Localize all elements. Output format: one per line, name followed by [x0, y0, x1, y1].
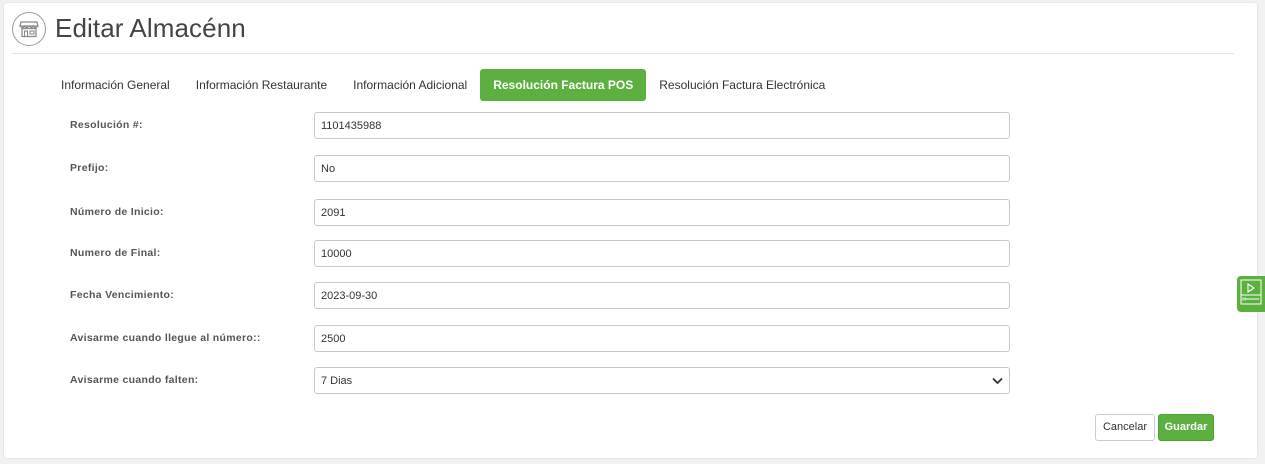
chevron-down-icon — [991, 375, 1003, 387]
numero-final-input[interactable] — [314, 240, 1010, 267]
tab-bar: Información General Información Restaura… — [48, 68, 838, 102]
edit-store-card: Editar Almacénn Información General Info… — [4, 3, 1257, 458]
cancel-button[interactable]: Cancelar — [1095, 414, 1155, 441]
resolucion-input[interactable] — [314, 112, 1010, 139]
side-panel-toggle[interactable] — [1237, 276, 1265, 312]
resolucion-label: Resolución #: — [70, 119, 143, 131]
row-numero-final: Numero de Final: — [70, 240, 1010, 267]
avisar-numero-input[interactable] — [314, 325, 1010, 352]
row-avisar-faltan: Avisarme cuando falten: 7 Dias — [70, 367, 1010, 394]
numero-final-label: Numero de Final: — [70, 247, 161, 259]
page-title: Editar Almacénn — [55, 13, 246, 43]
avisar-faltan-value: 7 Dias — [321, 374, 353, 387]
numero-inicio-label: Número de Inicio: — [70, 206, 164, 218]
avisar-numero-label: Avisarme cuando llegue al número:: — [70, 332, 261, 344]
row-avisar-numero: Avisarme cuando llegue al número:: — [70, 325, 1010, 352]
page-header: Editar Almacénn — [12, 8, 1234, 54]
tab-informacion-restaurante[interactable]: Información Restaurante — [183, 69, 340, 101]
tab-informacion-adicional[interactable]: Información Adicional — [340, 69, 480, 101]
save-button[interactable]: Guardar — [1158, 414, 1214, 441]
avisar-faltan-select[interactable]: 7 Dias — [314, 367, 1010, 394]
row-numero-inicio: Número de Inicio: — [70, 199, 1010, 226]
row-resolucion: Resolución #: — [70, 112, 1010, 139]
tab-resolucion-factura-electronica[interactable]: Resolución Factura Electrónica — [646, 69, 838, 101]
fecha-vencimiento-input[interactable] — [314, 282, 1010, 309]
row-prefijo: Prefijo: — [70, 155, 1010, 182]
store-icon — [12, 11, 46, 46]
play-panel-icon — [1240, 279, 1262, 310]
fecha-vencimiento-label: Fecha Vencimiento: — [70, 289, 175, 301]
avisar-faltan-label: Avisarme cuando falten: — [70, 374, 199, 386]
numero-inicio-input[interactable] — [314, 199, 1010, 226]
prefijo-input[interactable] — [314, 155, 1010, 182]
tab-resolucion-factura-pos[interactable]: Resolución Factura POS — [480, 69, 647, 101]
row-fecha-vencimiento: Fecha Vencimiento: — [70, 282, 1010, 309]
tab-informacion-general[interactable]: Información General — [48, 69, 183, 101]
prefijo-label: Prefijo: — [70, 162, 109, 174]
